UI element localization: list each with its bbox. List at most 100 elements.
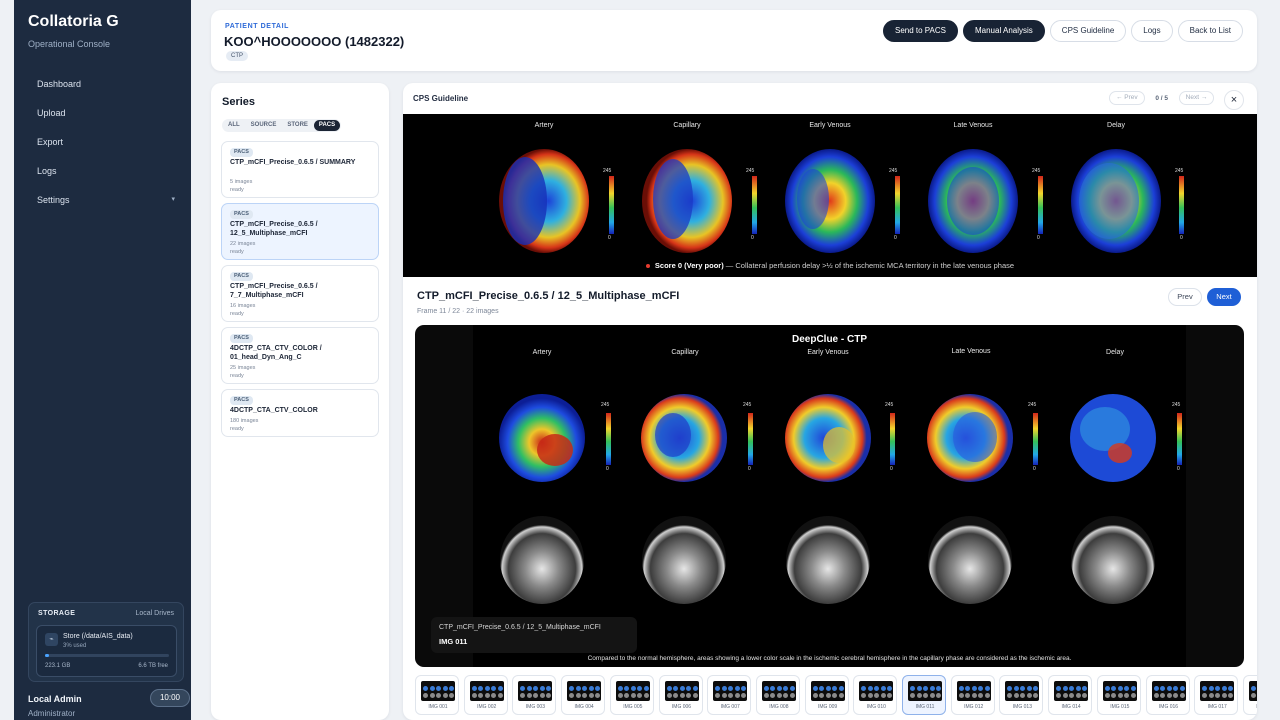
storage-drive-card[interactable]: ⌁ Store (/data/AIS_data) 3% used 223.1 G…	[36, 625, 177, 677]
storage-location: Local Drives	[135, 610, 174, 617]
guideline-prev-button[interactable]: ← Prev	[1109, 91, 1145, 105]
thumbnail-image	[567, 681, 602, 701]
thumbnail-image	[469, 681, 504, 701]
thumbnail-image	[1102, 681, 1137, 701]
storage-title: STORAGE	[38, 610, 76, 617]
sidebar-item-settings[interactable]: Settings ▾	[24, 188, 181, 217]
series-image-count: 180 images	[230, 418, 259, 424]
send-to-pacs-button[interactable]: Send to PACS	[882, 20, 958, 42]
viewer-color-brain-3	[785, 394, 871, 482]
sidebar-item-upload[interactable]: Upload	[24, 101, 181, 130]
series-image-count: 25 images	[230, 365, 256, 371]
drive-usage-fill	[45, 654, 49, 657]
thumbnail-item[interactable]: IMG 016	[1145, 675, 1190, 715]
patient-header: PATIENT DETAIL KOO^HOOOOOOO (1482322) CT…	[211, 10, 1257, 71]
viewer-frame-info: Frame 11 / 22 · 22 images	[417, 308, 499, 315]
viewer-color-brain-1	[499, 394, 585, 482]
drive-used-percent: 3% used	[63, 643, 87, 649]
cps-guideline-button[interactable]: CPS Guideline	[1049, 20, 1127, 42]
series-panel: Series ALL SOURCE STORE PACS PACS CTP_mC…	[211, 83, 389, 720]
guideline-next-button[interactable]: Next →	[1178, 91, 1215, 105]
thumbnail-item[interactable]: IMG 003	[512, 675, 557, 715]
close-icon[interactable]: ×	[1224, 90, 1244, 110]
caret-down-icon: ▾	[171, 196, 175, 203]
source-badge: PACS	[230, 148, 253, 157]
viewer-gray-brain-1	[500, 516, 584, 604]
sidebar-item-label: Settings	[37, 195, 70, 205]
thumbnail-label: IMG 006	[671, 704, 692, 710]
viewer-color-scale	[1033, 413, 1038, 465]
viewer-color-scale	[606, 413, 611, 465]
source-badge: PACS	[230, 334, 253, 343]
thumbnail-item[interactable]: IMG 011	[902, 675, 946, 715]
thumbnail-label: IMG 004	[574, 704, 594, 710]
series-name: CTP_mCFI_Precise_0.6.5 / 7_7_Multiphase_…	[230, 283, 318, 299]
sidebar-item-export[interactable]: Export	[24, 130, 181, 159]
thumbnail-item[interactable]: IMG 002	[463, 675, 508, 715]
series-image-count: 16 images	[230, 303, 256, 309]
thumbnail-item[interactable]: IMG 001	[415, 675, 459, 715]
logs-button[interactable]: Logs	[1131, 20, 1173, 42]
thumbnail-item[interactable]: IMG 009	[804, 675, 849, 715]
thumbnail-image	[615, 681, 650, 701]
guide-color-scale	[895, 176, 900, 234]
viewer-scale-max: 245	[601, 402, 610, 408]
thumbnail-item[interactable]: IMG 017	[1194, 675, 1239, 715]
guide-brain-2	[642, 149, 732, 253]
series-card-selected[interactable]: PACS CTP_mCFI_Precise_0.6.5 / 12_5_Multi…	[221, 203, 379, 260]
thumbnail-item[interactable]: IMG 013	[999, 675, 1044, 715]
thumbnail-label: IMG 016	[1158, 704, 1179, 710]
viewer-color-brain-2	[641, 394, 727, 482]
filter-store[interactable]: STORE	[282, 120, 313, 131]
thumbnail-item[interactable]: IMG 010	[853, 675, 898, 715]
series-card[interactable]: PACS 4DCTP_CTA_CTV_COLOR 180 images read…	[221, 389, 379, 437]
thumbnail-strip: IMG 001 IMG 002 IMG 003 IMG 004 IMG 005 IMG 0…	[415, 675, 1257, 720]
thumbnail-item[interactable]: IMG 014	[1048, 675, 1093, 715]
thumbnail-item[interactable]: IMG 018	[1242, 675, 1257, 715]
drive-usage-bar	[45, 654, 169, 657]
frame-prev-button[interactable]: Prev	[1168, 288, 1202, 306]
thumbnail-label: IMG 012	[964, 704, 984, 710]
thumbnail-item[interactable]: IMG 015	[1096, 675, 1141, 715]
source-badge: PACS	[230, 396, 253, 405]
sidebar-item-logs[interactable]: Logs	[24, 159, 181, 188]
sidebar-item-dashboard[interactable]: Dashboard	[24, 72, 181, 101]
header-label: PATIENT DETAIL	[225, 23, 290, 30]
thumbnail-item[interactable]: IMG 012	[950, 675, 995, 715]
back-to-list-button[interactable]: Back to List	[1177, 20, 1243, 42]
sidebar-nav: Dashboard Upload Export Logs Settings ▾	[24, 72, 181, 217]
filter-all[interactable]: ALL	[223, 120, 245, 131]
series-card[interactable]: PACS 4DCTP_CTA_CTV_COLOR / 01_head_Dyn_A…	[221, 327, 379, 384]
thumbnail-image	[713, 681, 748, 701]
thumbnail-label: IMG 008	[769, 704, 789, 710]
thumbnail-item[interactable]: IMG 008	[755, 675, 800, 715]
thumbnail-label: IMG 001	[428, 704, 448, 710]
frame-next-button[interactable]: Next	[1207, 288, 1241, 306]
series-card[interactable]: PACS CTP_mCFI_Precise_0.6.5 / 7_7_Multip…	[221, 265, 379, 322]
score-status-dot	[645, 264, 650, 269]
thumbnail-item[interactable]: IMG 005	[609, 675, 654, 715]
viewer-scale-min: 0	[1177, 466, 1180, 472]
series-status: ready	[230, 426, 244, 432]
thumbnail-label: IMG 007	[720, 704, 740, 710]
thumbnail-image	[1005, 681, 1040, 701]
thumbnail-item[interactable]: IMG 006	[658, 675, 703, 715]
guide-scale-max: 245	[1175, 168, 1184, 174]
thumbnail-item[interactable]: IMG 004	[561, 675, 606, 715]
thumbnail-label: IMG 005	[623, 704, 643, 710]
viewer-color-scale	[748, 413, 753, 465]
thumbnail-image	[518, 681, 553, 701]
guide-scale-max: 245	[603, 168, 612, 174]
thumbnail-item[interactable]: IMG 007	[707, 675, 752, 715]
guide-color-scale	[1179, 176, 1184, 234]
thumbnail-label: IMG 009	[818, 704, 838, 710]
series-card[interactable]: PACS CTP_mCFI_Precise_0.6.5 / SUMMARY 5 …	[221, 141, 379, 198]
viewer-caption: CTP_mCFI_Precise_0.6.5 / 12_5_Multiphase…	[431, 617, 637, 653]
image-viewer[interactable]: DeepClue - CTP Artery Capillary Early Ve…	[415, 325, 1244, 667]
guide-scale-min: 0	[751, 235, 754, 241]
filter-source[interactable]: SOURCE	[246, 120, 282, 131]
filter-pacs[interactable]: PACS	[313, 120, 341, 131]
caption-series: CTP_mCFI_Precise_0.6.5 / 12_5_Multiphase…	[439, 624, 601, 631]
manual-analysis-button[interactable]: Manual Analysis	[962, 20, 1045, 42]
guideline-perfusion-maps	[499, 149, 1184, 253]
